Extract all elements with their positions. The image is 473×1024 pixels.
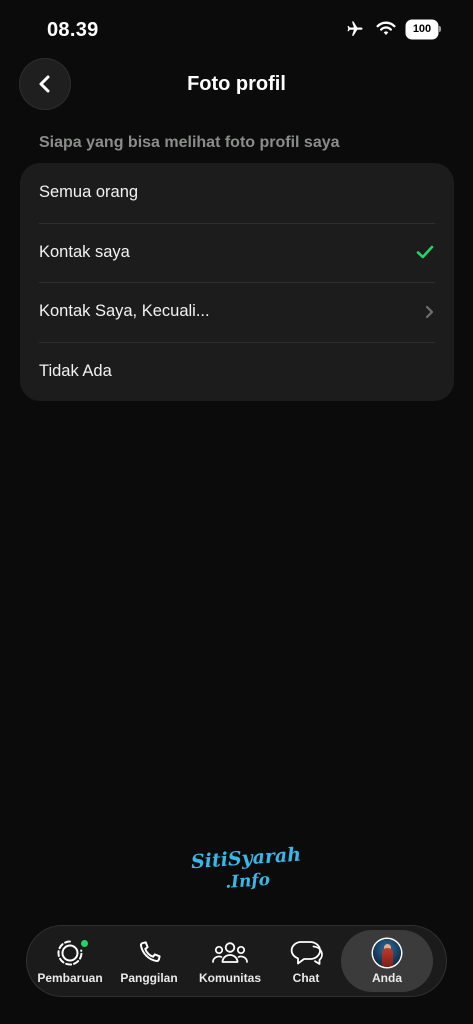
checkmark-icon: [416, 245, 434, 259]
chat-icon: [290, 940, 323, 965]
tab-updates[interactable]: Pembaruan: [31, 930, 109, 992]
option-label: Kontak saya: [39, 242, 130, 261]
tab-label: Panggilan: [120, 970, 178, 985]
airplane-icon: [347, 21, 363, 36]
option-nobody[interactable]: Tidak Ada: [20, 341, 454, 402]
tab-icon-wrap: [373, 938, 401, 968]
header: Foto profil: [0, 56, 473, 112]
option-label: Tidak Ada: [39, 361, 112, 380]
page-title: Foto profil: [187, 73, 286, 95]
option-my-contacts[interactable]: Kontak saya: [20, 222, 454, 283]
updates-badge: [81, 939, 88, 947]
tab-label: Komunitas: [198, 970, 261, 985]
tab-label: Anda: [372, 970, 402, 985]
phone-icon: [139, 940, 161, 962]
option-label: Semua orang: [39, 183, 139, 202]
bottom-tab-bar: Pembaruan Panggilan Komunitas Chat Anda: [26, 925, 447, 997]
status-icons: 100: [345, 20, 441, 38]
visibility-options-list: Semua orang Kontak saya Kontak Saya, Kec…: [20, 163, 454, 401]
battery-icon: 100: [407, 20, 441, 38]
option-everyone[interactable]: Semua orang: [20, 163, 454, 223]
tab-you[interactable]: Anda: [341, 930, 433, 992]
wifi-icon: [376, 21, 396, 36]
tab-label: Pembaruan: [37, 970, 103, 985]
tab-chats[interactable]: Chat: [271, 930, 341, 992]
tab-calls[interactable]: Panggilan: [109, 930, 189, 992]
avatar: [373, 938, 401, 967]
option-trailing: [416, 244, 434, 260]
chevron-right-icon: [425, 305, 434, 318]
tab-icon-wrap: [210, 938, 250, 968]
status-bar: 08.39 100: [0, 0, 473, 60]
status-time: 08.39: [47, 19, 99, 41]
communities-icon: [212, 941, 248, 963]
section-label: Siapa yang bisa melihat foto profil saya: [39, 134, 340, 151]
tab-label: Chat: [292, 970, 320, 985]
tab-icon-wrap: [135, 938, 163, 968]
option-my-contacts-except[interactable]: Kontak Saya, Kecuali...: [20, 282, 454, 342]
tab-icon-wrap: [286, 938, 326, 968]
battery-level: 100: [407, 20, 437, 38]
avatar-figure: [382, 947, 393, 967]
option-trailing: [424, 304, 434, 320]
option-label: Kontak Saya, Kecuali...: [39, 302, 210, 321]
battery-tip: [439, 26, 441, 32]
privacy-profile-photo-screen: 08.39 100 Foto profil Siapa yang bisa me…: [0, 0, 473, 1024]
tab-icon-wrap: [55, 938, 88, 968]
watermark-logo: SitiSyarah .Info: [190, 844, 301, 903]
tab-communities[interactable]: Komunitas: [189, 930, 271, 992]
